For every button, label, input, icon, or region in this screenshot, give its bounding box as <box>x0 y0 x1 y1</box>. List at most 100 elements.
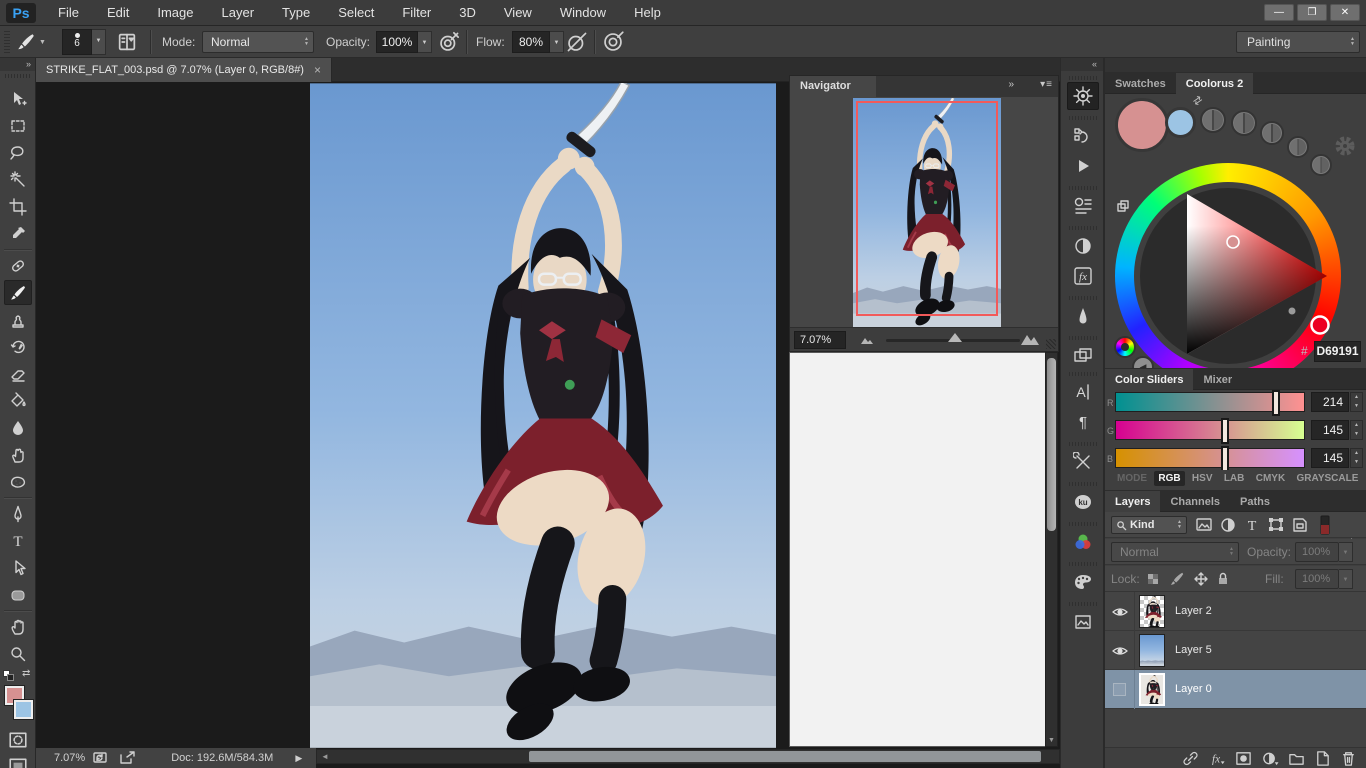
character-panel-icon[interactable]: A <box>1067 378 1099 406</box>
brush-size-caret[interactable]: ▼ <box>92 29 106 55</box>
marquee-tool[interactable] <box>4 113 32 138</box>
r-stepper[interactable]: ▲▼ <box>1350 392 1363 412</box>
tablet-size-button[interactable] <box>602 26 624 58</box>
b-stepper[interactable]: ▲▼ <box>1350 448 1363 468</box>
status-play-icon[interactable]: ▶ <box>295 753 302 764</box>
delete-layer-icon[interactable] <box>1340 750 1357 767</box>
workspace-dropdown[interactable]: Painting▲▼ <box>1236 31 1360 53</box>
navigator-zoom-field[interactable]: 7.07% <box>794 331 846 349</box>
lock-all-icon[interactable] <box>1215 571 1231 587</box>
visibility-toggle[interactable] <box>1105 592 1135 631</box>
new-layer-icon[interactable] <box>1314 750 1331 767</box>
fill-box[interactable]: 100% <box>1295 569 1339 589</box>
vertical-scroll-thumb[interactable] <box>1047 358 1056 531</box>
tab-color-sliders[interactable]: Color Sliders <box>1105 369 1193 390</box>
menu-file[interactable]: File <box>44 0 93 25</box>
r-value[interactable]: 214 <box>1311 392 1349 412</box>
type-tool[interactable]: T <box>4 528 32 553</box>
layer-row[interactable]: Layer 2 <box>1105 592 1366 631</box>
mode-cmyk[interactable]: CMYK <box>1252 471 1289 486</box>
opacity-caret[interactable]: ▼ <box>1339 542 1353 562</box>
coolorus-knob[interactable] <box>1231 110 1257 136</box>
secondary-document-window[interactable] <box>789 352 1045 747</box>
tab-paths[interactable]: Paths <box>1230 491 1280 512</box>
lock-transparency-icon[interactable] <box>1145 571 1161 587</box>
toggle-brush-panel-button[interactable] <box>116 26 138 58</box>
layer-name[interactable]: Layer 0 <box>1175 670 1212 709</box>
navigator-tab[interactable]: Navigator <box>790 76 876 97</box>
history-brush-tool[interactable] <box>4 334 32 359</box>
mode-lab[interactable]: LAB <box>1220 471 1249 486</box>
lock-position-icon[interactable] <box>1193 571 1209 587</box>
filter-adjustment-icon[interactable] <box>1219 516 1237 534</box>
vertical-scrollbar[interactable]: ▼ <box>1045 352 1058 747</box>
airbrush-button[interactable] <box>566 26 588 58</box>
menu-image[interactable]: Image <box>143 0 207 25</box>
utilities-panel-icon[interactable] <box>1067 448 1099 476</box>
status-export-icon[interactable] <box>119 751 137 765</box>
resize-grip[interactable] <box>1046 339 1056 349</box>
add-adjustment-icon[interactable] <box>1261 750 1279 767</box>
filter-image-icon[interactable] <box>1195 516 1213 534</box>
menu-select[interactable]: Select <box>324 0 388 25</box>
quick-mask-button[interactable] <box>8 730 28 750</box>
mode-hsv[interactable]: HSV <box>1188 471 1217 486</box>
navigator-proxy-view[interactable] <box>856 101 998 316</box>
close-tab-icon[interactable]: × <box>314 63 321 77</box>
mode-rgb[interactable]: RGB <box>1154 471 1184 486</box>
navigator-zoom-slider[interactable] <box>886 339 1020 342</box>
b-slider[interactable] <box>1115 448 1305 468</box>
layer-thumbnail[interactable] <box>1139 634 1165 667</box>
color-wheel-panel-icon[interactable] <box>1067 528 1099 556</box>
opacity-caret[interactable]: ▼ <box>418 31 432 53</box>
adjustments-panel-icon[interactable] <box>1067 232 1099 260</box>
swap-colors-icon[interactable]: ⇄ <box>1190 93 1205 109</box>
navigator-thumbnail[interactable] <box>853 98 1001 328</box>
lock-pixels-icon[interactable] <box>1169 571 1185 587</box>
brush-tool[interactable] <box>4 280 32 305</box>
hex-field[interactable]: D69191 <box>1314 341 1361 362</box>
gear-icon[interactable] <box>1333 134 1357 158</box>
tab-mixer[interactable]: Mixer <box>1193 369 1242 390</box>
tool-presets-panel-icon[interactable] <box>1067 192 1099 220</box>
g-slider[interactable] <box>1115 420 1305 440</box>
new-group-icon[interactable] <box>1288 750 1305 767</box>
coolorus-background-swatch[interactable] <box>1165 107 1196 138</box>
quick-selection-tool[interactable] <box>4 167 32 192</box>
blur-tool[interactable] <box>4 415 32 440</box>
screen-mode-button[interactable] <box>8 756 28 768</box>
healing-brush-tool[interactable] <box>4 253 32 278</box>
visibility-toggle[interactable] <box>1105 631 1135 670</box>
flow-caret[interactable]: ▼ <box>550 31 564 53</box>
paragraph-panel-icon[interactable]: ¶ <box>1067 408 1099 436</box>
g-stepper[interactable]: ▲▼ <box>1350 420 1363 440</box>
menu-filter[interactable]: Filter <box>388 0 445 25</box>
mini-bridge-panel-icon[interactable] <box>1067 608 1099 636</box>
zoom-out-icon[interactable] <box>860 335 874 345</box>
wheel-mode-icon[interactable] <box>1114 336 1136 358</box>
filter-toggle-switch[interactable] <box>1317 515 1333 535</box>
add-mask-icon[interactable] <box>1235 750 1252 767</box>
document-tab[interactable]: STRIKE_FLAT_003.psd @ 7.07% (Layer 0, RG… <box>36 58 332 82</box>
menu-view[interactable]: View <box>490 0 546 25</box>
mode-grayscale[interactable]: GRAYSCALE <box>1293 471 1363 486</box>
history-panel-icon[interactable] <box>1067 122 1099 150</box>
r-slider-thumb[interactable] <box>1272 390 1280 416</box>
doc-size-readout[interactable]: Doc: 192.6M/584.3M <box>171 752 273 764</box>
layer-name[interactable]: Layer 2 <box>1175 592 1212 631</box>
status-sync-icon[interactable] <box>93 751 111 765</box>
path-selection-tool[interactable] <box>4 555 32 580</box>
tab-coolorus[interactable]: Coolorus 2 <box>1176 73 1253 94</box>
gradient-tool[interactable] <box>4 388 32 413</box>
shape-tool[interactable] <box>4 582 32 607</box>
swatches-panel-icon[interactable] <box>1067 568 1099 596</box>
minimize-button[interactable]: — <box>1264 4 1294 21</box>
fill-caret[interactable]: ▼ <box>1339 569 1353 589</box>
eyedropper-tool[interactable] <box>4 221 32 246</box>
g-slider-thumb[interactable] <box>1221 418 1229 444</box>
coolorus-knob[interactable] <box>1200 107 1226 133</box>
coolorus-knob[interactable] <box>1287 136 1309 158</box>
tab-channels[interactable]: Channels <box>1160 491 1230 512</box>
tab-swatches[interactable]: Swatches <box>1105 73 1176 94</box>
menu-3d[interactable]: 3D <box>445 0 490 25</box>
